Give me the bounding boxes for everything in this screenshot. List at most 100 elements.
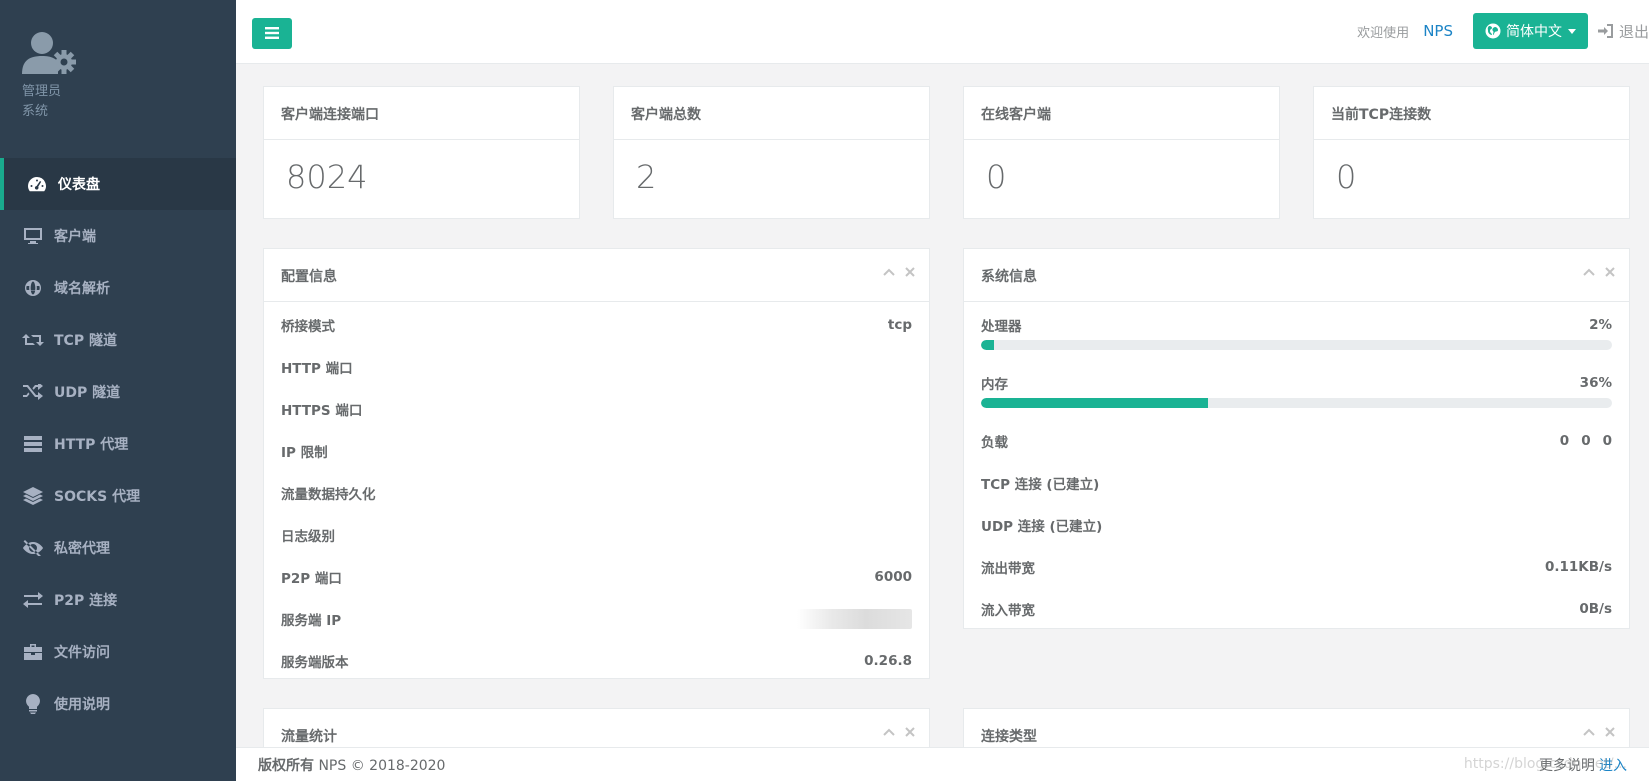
row-label: HTTPS 端口 bbox=[281, 403, 363, 419]
sidebar-item-clients[interactable]: 客户端 bbox=[0, 210, 236, 262]
sidebar-item-tcp-tunnel[interactable]: TCP 隧道 bbox=[0, 314, 236, 366]
close-icon[interactable] bbox=[1605, 267, 1615, 277]
system-row-load: 负载 0 0 0 bbox=[964, 420, 1629, 462]
stat-value: 0 bbox=[986, 158, 1007, 196]
close-icon[interactable] bbox=[1605, 727, 1615, 737]
row-value: tcp bbox=[887, 317, 912, 333]
globe-icon bbox=[22, 277, 44, 299]
load-values: 0 0 0 bbox=[1560, 433, 1612, 449]
dashboard-icon bbox=[26, 173, 48, 195]
random-icon bbox=[22, 381, 44, 403]
config-row-p2p-port: P2P 端口 6000 bbox=[264, 556, 929, 598]
stat-card-client-total: 客户端总数 2 bbox=[613, 86, 930, 219]
sidebar-item-label: 使用说明 bbox=[54, 697, 110, 713]
memory-progress-fill bbox=[981, 398, 1209, 408]
collapse-icon[interactable] bbox=[1583, 727, 1595, 737]
panel-tools bbox=[883, 727, 915, 737]
system-panel: 系统信息 处理器 2% 内存 36% 负载 0 0 0 TCP 连接 (已建立) U… bbox=[963, 248, 1630, 629]
profile-role: 管理员 bbox=[22, 84, 62, 99]
lightbulb-icon bbox=[22, 693, 44, 715]
config-row-server-ip: 服务端 IP bbox=[264, 598, 929, 640]
redacted-value bbox=[797, 609, 912, 629]
collapse-icon[interactable] bbox=[883, 267, 895, 277]
sidebar-item-label: 仪表盘 bbox=[58, 177, 100, 193]
panel-title: 配置信息 bbox=[281, 269, 337, 285]
language-label: 简体中文 bbox=[1505, 24, 1562, 40]
sidebar-item-label: SOCKS 代理 bbox=[54, 489, 141, 505]
sidebar-item-domain[interactable]: 域名解析 bbox=[0, 262, 236, 314]
load-value: 0 bbox=[1559, 433, 1570, 449]
collapse-icon[interactable] bbox=[1583, 267, 1595, 277]
system-row-udp-established: UDP 连接 (已建立) bbox=[964, 504, 1629, 546]
sidebar-item-socks-proxy[interactable]: SOCKS 代理 bbox=[0, 470, 236, 522]
sidebar-item-p2p[interactable]: P2P 连接 bbox=[0, 574, 236, 626]
exchange-icon bbox=[22, 589, 44, 611]
close-icon[interactable] bbox=[905, 267, 915, 277]
sidebar-item-dashboard[interactable]: 仪表盘 bbox=[0, 158, 236, 210]
sidebar-item-udp-tunnel[interactable]: UDP 隧道 bbox=[0, 366, 236, 418]
brand-link[interactable]: NPS bbox=[1423, 22, 1453, 40]
footer-more: 更多说明 进入 bbox=[1539, 755, 1627, 775]
sidebar-item-label: UDP 隧道 bbox=[54, 385, 121, 401]
sidebar-item-file-access[interactable]: 文件访问 bbox=[0, 626, 236, 678]
stat-value: 2 bbox=[636, 158, 657, 196]
config-row-ip-limit: IP 限制 bbox=[264, 430, 929, 472]
sidebar-item-help[interactable]: 使用说明 bbox=[0, 678, 236, 730]
sidebar-item-label: 客户端 bbox=[54, 229, 96, 245]
topbar-right: 欢迎使用 NPS 简体中文 退出 bbox=[1357, 13, 1649, 49]
config-row-server-version: 服务端版本 0.26.8 bbox=[264, 640, 929, 682]
footer-copyright: 版权所有 NPS © 2018-2020 bbox=[258, 755, 445, 775]
stat-title: 客户端连接端口 bbox=[264, 87, 579, 140]
logout-button[interactable]: 退出 bbox=[1597, 21, 1649, 42]
panel-title: 系统信息 bbox=[981, 269, 1037, 285]
sidebar-item-label: HTTP 代理 bbox=[54, 437, 129, 453]
retweet-icon bbox=[22, 329, 44, 351]
layers-icon bbox=[22, 485, 44, 507]
stat-card-online-clients: 在线客户端 0 bbox=[963, 86, 1280, 219]
sidebar-menu: 仪表盘 客户端 域名解析 TCP 隧道 UDP 隧道 HTTP 代理 SOCKS… bbox=[0, 158, 236, 730]
stat-card-tcp-connections: 当前TCP连接数 0 bbox=[1313, 86, 1630, 219]
language-dropdown[interactable]: 简体中文 bbox=[1472, 13, 1588, 49]
row-label: 流出带宽 bbox=[981, 561, 1035, 577]
row-label: 内存 bbox=[981, 377, 1008, 393]
system-row-bandwidth-out: 流出带宽 0.11KB/s bbox=[964, 546, 1629, 588]
row-value: 0B/s bbox=[1579, 601, 1612, 617]
menu-toggle-button[interactable] bbox=[252, 18, 292, 49]
system-row-bandwidth-in: 流入带宽 0B/s bbox=[964, 588, 1629, 630]
row-label: UDP 连接 (已建立) bbox=[981, 519, 1103, 535]
row-value: 36% bbox=[1579, 375, 1612, 391]
stat-title: 在线客户端 bbox=[964, 87, 1279, 140]
row-label: IP 限制 bbox=[281, 445, 328, 461]
load-value: 0 bbox=[1581, 433, 1591, 449]
row-value: 0.26.8 bbox=[864, 653, 912, 669]
desktop-icon bbox=[22, 225, 44, 247]
config-row-http-port: HTTP 端口 bbox=[264, 346, 929, 388]
hamburger-icon bbox=[265, 24, 279, 43]
stat-value: 0 bbox=[1336, 158, 1357, 196]
copyright-text: NPS © 2018-2020 bbox=[318, 757, 446, 774]
sidebar-item-label: 私密代理 bbox=[54, 541, 110, 557]
copyright-label: 版权所有 bbox=[258, 757, 314, 774]
row-value: 2% bbox=[1589, 317, 1612, 333]
server-icon bbox=[22, 433, 44, 455]
stat-card-client-port: 客户端连接端口 8024 bbox=[263, 86, 580, 219]
close-icon[interactable] bbox=[905, 727, 915, 737]
cpu-progress-fill bbox=[981, 340, 994, 350]
load-value: 0 bbox=[1602, 433, 1612, 449]
collapse-icon[interactable] bbox=[883, 727, 895, 737]
row-label: 服务端 IP bbox=[281, 613, 342, 629]
sidebar-item-private-proxy[interactable]: 私密代理 bbox=[0, 522, 236, 574]
row-value: 6000 bbox=[874, 569, 912, 585]
sidebar-item-http-proxy[interactable]: HTTP 代理 bbox=[0, 418, 236, 470]
stat-title: 客户端总数 bbox=[614, 87, 929, 140]
row-label: TCP 连接 (已建立) bbox=[981, 477, 1100, 493]
enter-link[interactable]: 进入 bbox=[1599, 758, 1627, 774]
footer: 版权所有 NPS © 2018-2020 更多说明 进入 bbox=[236, 747, 1649, 781]
briefcase-icon bbox=[22, 641, 44, 663]
row-label: 流入带宽 bbox=[981, 603, 1035, 619]
row-label: 服务端版本 bbox=[281, 655, 349, 671]
welcome-text: 欢迎使用 bbox=[1357, 25, 1410, 41]
stat-title: 当前TCP连接数 bbox=[1314, 87, 1629, 140]
system-panel-header: 系统信息 bbox=[964, 249, 1629, 302]
stat-value: 8024 bbox=[286, 158, 368, 196]
